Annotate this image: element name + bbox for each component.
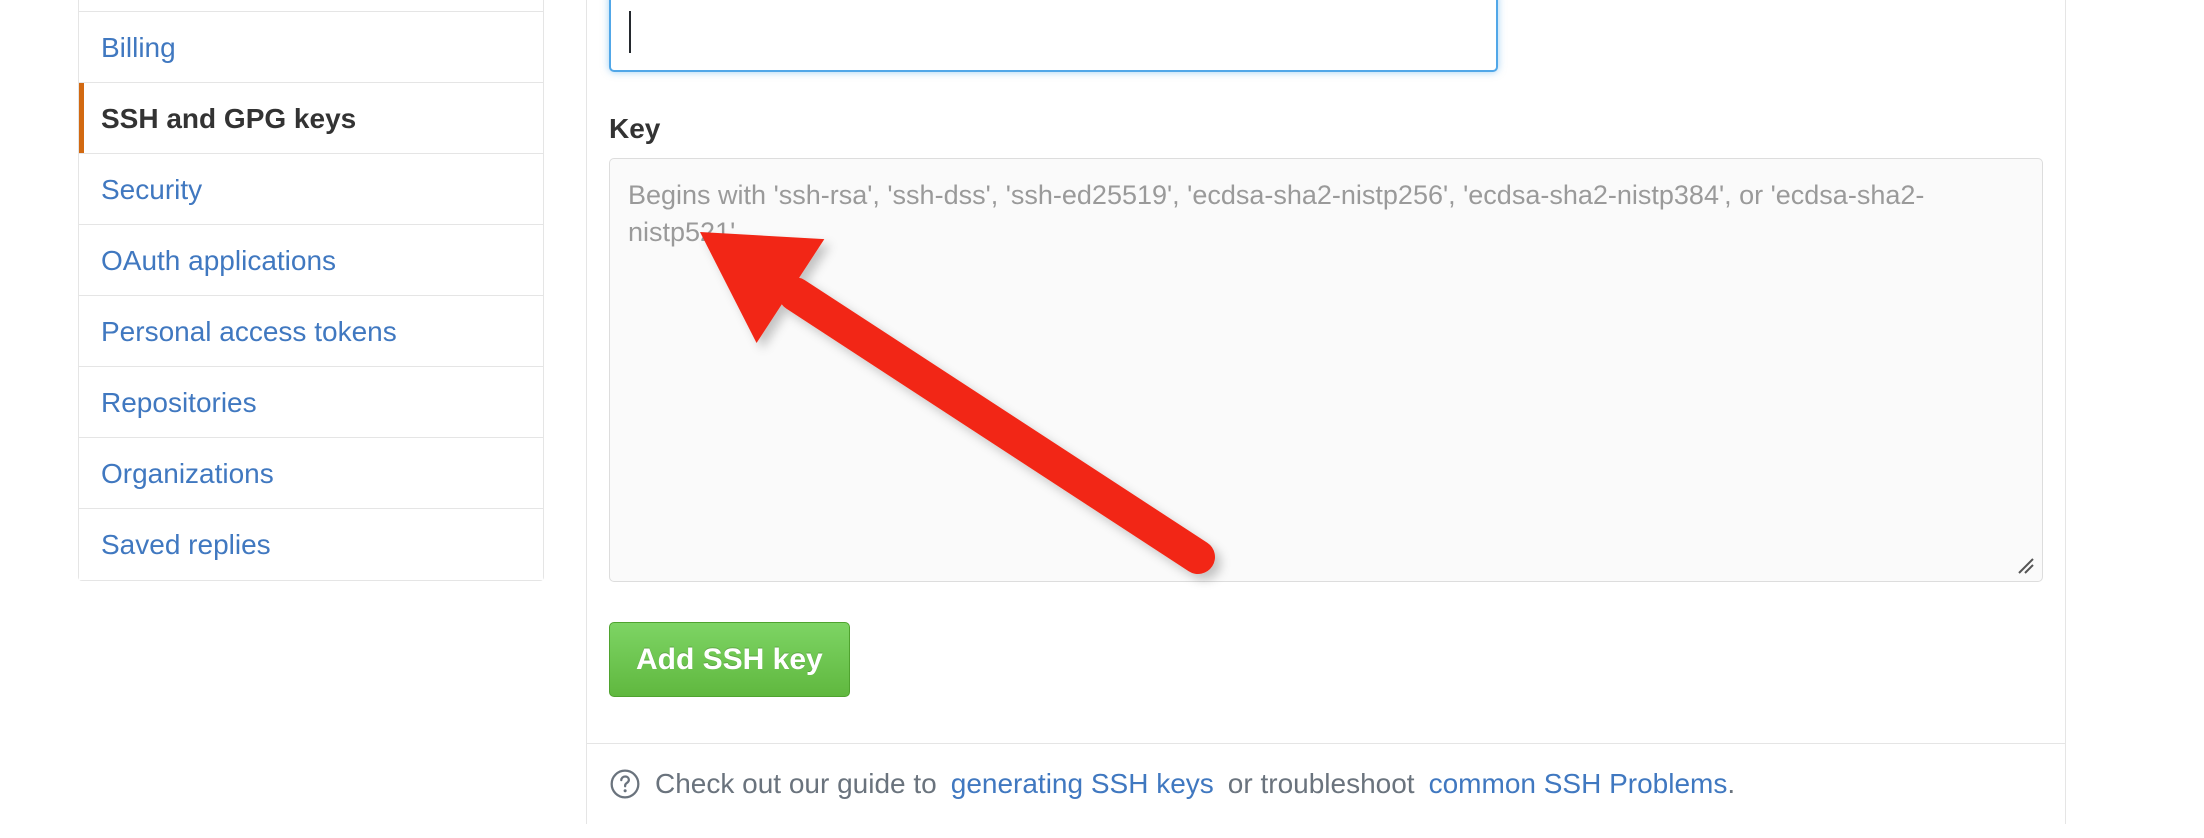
settings-page: Notifications Billing SSH and GPG keys S… <box>0 0 2204 838</box>
sidebar-item-label: OAuth applications <box>101 245 337 276</box>
panel-footer: Check out our guide to generating SSH ke… <box>587 744 2065 824</box>
generating-ssh-keys-link[interactable]: generating SSH keys <box>951 768 1214 800</box>
text-cursor <box>629 10 631 53</box>
sidebar-item-label: Repositories <box>101 387 257 418</box>
sidebar-item-organizations[interactable]: Organizations <box>79 438 543 509</box>
settings-sidebar: Notifications Billing SSH and GPG keys S… <box>78 0 544 581</box>
title-input[interactable] <box>609 0 1498 72</box>
sidebar-item-label: Personal access tokens <box>101 316 397 347</box>
common-ssh-problems-link[interactable]: common SSH Problems <box>1429 768 1728 799</box>
footer-text-after: . <box>1727 768 1736 800</box>
sidebar-item-saved-replies[interactable]: Saved replies <box>79 509 543 580</box>
add-ssh-key-form: Title Key Add SSH key <box>587 0 2065 743</box>
title-input-wrap <box>609 0 1498 72</box>
footer-text-before: Check out our guide to <box>655 768 937 800</box>
footer-link-two-wrap: common SSH Problems. <box>1429 768 1736 800</box>
footer-text-middle: or troubleshoot <box>1227 768 1415 800</box>
sidebar-item-oauth-applications[interactable]: OAuth applications <box>79 225 543 296</box>
sidebar-item-label: Saved replies <box>101 529 271 560</box>
sidebar-item-label: Organizations <box>101 458 274 489</box>
key-textarea-wrap <box>609 158 2043 583</box>
sidebar-item-label: SSH and GPG keys <box>101 103 357 134</box>
sidebar-item-notifications[interactable]: Notifications <box>79 0 543 12</box>
sidebar-item-repositories[interactable]: Repositories <box>79 367 543 438</box>
add-ssh-key-panel: Title Key Add SSH key <box>586 0 2066 825</box>
sidebar-item-billing[interactable]: Billing <box>79 12 543 83</box>
question-circle-icon <box>609 768 641 800</box>
add-ssh-key-button[interactable]: Add SSH key <box>609 622 850 698</box>
sidebar-item-personal-access-tokens[interactable]: Personal access tokens <box>79 296 543 367</box>
key-textarea[interactable] <box>609 158 2043 583</box>
sidebar-item-ssh-and-gpg-keys[interactable]: SSH and GPG keys <box>79 83 543 154</box>
sidebar-item-security[interactable]: Security <box>79 154 543 225</box>
sidebar-item-label: Billing <box>101 32 176 63</box>
key-field-label: Key <box>609 112 661 144</box>
sidebar-item-label: Security <box>101 174 203 205</box>
